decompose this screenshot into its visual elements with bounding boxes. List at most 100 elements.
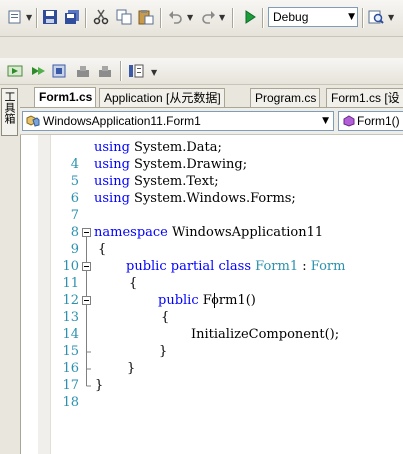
code-line: 6 using System.Text;: [38, 173, 403, 206]
namespace-token: System.Windows.Forms;: [134, 191, 296, 206]
code-text: public partial class Form1 : Form: [126, 258, 345, 275]
collapse-icon[interactable]: [82, 292, 92, 309]
collapse-icon[interactable]: [82, 258, 92, 275]
code-line: 17 }: [38, 360, 403, 393]
outline-guide: [82, 326, 92, 343]
cut-icon[interactable]: [93, 9, 109, 25]
code-editor[interactable]: 4 using System.Data; 5 using System.Draw…: [38, 135, 403, 454]
code-text: {: [98, 242, 107, 257]
code-text: InitializeComponent();: [191, 327, 340, 342]
keyword-token: partial: [170, 259, 215, 274]
code-line: 18 }: [38, 377, 403, 410]
outline-guide: [82, 377, 92, 394]
keyword-token: using: [94, 191, 130, 206]
toolbar-separator: [262, 8, 264, 28]
code-line: 8: [38, 207, 403, 240]
type-combo[interactable]: WindowsApplication11.Form1 ▼: [22, 111, 334, 131]
code-text: using System.Windows.Forms;: [94, 190, 296, 207]
code-line: 5 using System.Drawing;: [38, 156, 403, 189]
code-text: namespace WindowsApplication11: [94, 224, 323, 241]
new-item-icon[interactable]: [7, 9, 23, 25]
code-text: }: [95, 378, 104, 393]
keyword-token: public: [158, 293, 199, 308]
tab-label: Program.cs: [255, 91, 317, 105]
keyword-token: public: [126, 259, 167, 274]
start-debug-icon[interactable]: [242, 9, 258, 25]
outline-guide: [82, 275, 92, 292]
class-icon: [26, 115, 40, 130]
outline-guide: [82, 309, 92, 326]
code-line: 16 }: [38, 343, 403, 376]
step-out-icon[interactable]: [52, 63, 68, 79]
paste-icon[interactable]: [138, 9, 154, 25]
copy-icon[interactable]: [116, 9, 132, 25]
tab-form1-designer[interactable]: Form1.cs [设: [326, 88, 403, 107]
toolbox-tab[interactable]: 工具箱: [1, 88, 18, 136]
toolbar-separator: [36, 8, 38, 28]
toolbar-separator: [362, 8, 364, 28]
namespace-name-token: WindowsApplication11: [172, 225, 324, 240]
undo-icon[interactable]: [168, 9, 184, 25]
properties-icon[interactable]: [128, 63, 144, 79]
find-dropdown-icon[interactable]: ▼: [388, 13, 394, 22]
type-token: Form: [310, 259, 346, 274]
code-line: 10 {: [38, 241, 403, 274]
code-line: 4 using System.Data;: [38, 139, 403, 172]
toolbox-strip: 工具箱: [0, 85, 21, 454]
outline-guide: [82, 343, 92, 360]
tab-program-cs[interactable]: Program.cs: [250, 88, 321, 107]
namespace-token: System.Text;: [134, 174, 219, 189]
code-text: public Form1(): [158, 292, 256, 309]
method-icon: [343, 115, 355, 130]
step-into-icon[interactable]: [7, 63, 23, 79]
type-token: Form1: [255, 259, 299, 274]
code-line: 14 {: [38, 309, 403, 342]
new-item-dropdown-icon[interactable]: ▼: [26, 13, 32, 22]
collapse-icon[interactable]: [82, 224, 92, 241]
toolbar-separator: [232, 8, 234, 28]
code-text: }: [127, 361, 136, 376]
code-text: using System.Drawing;: [94, 156, 247, 173]
save-all-icon[interactable]: [64, 9, 80, 25]
clear-breakpoints-icon[interactable]: [97, 63, 113, 79]
chevron-down-icon[interactable]: ▼: [322, 116, 329, 126]
toolbar-options-icon[interactable]: ▼: [151, 68, 157, 77]
redo-dropdown-icon[interactable]: ▼: [219, 13, 225, 22]
keyword-token: using: [94, 157, 130, 172]
document-tabs: Form1.cs Application [从元数据] Program.cs F…: [20, 85, 403, 108]
tab-application-metadata[interactable]: Application [从元数据]: [99, 88, 225, 107]
text-caret: [214, 293, 215, 308]
member-combo[interactable]: Form1(): [338, 111, 403, 131]
code-line: 9 namespace WindowsApplication11: [38, 224, 403, 257]
toolbar-separator: [120, 61, 122, 81]
undo-dropdown-icon[interactable]: ▼: [187, 13, 193, 22]
toolbar-separator: [85, 8, 87, 28]
code-text: using System.Text;: [94, 173, 219, 190]
solution-configuration-combo[interactable]: Debug ▼: [268, 7, 358, 27]
breakpoint-icon[interactable]: [75, 63, 91, 79]
outline-guide: [82, 360, 92, 377]
toolbox-label: 工具箱: [3, 91, 16, 124]
code-line: 7 using System.Windows.Forms;: [38, 190, 403, 223]
navigation-bar: WindowsApplication11.Form1 ▼ Form1(): [20, 108, 403, 135]
code-line: 12 {: [38, 275, 403, 308]
code-line: 15 InitializeComponent();: [38, 326, 403, 359]
toolbar-tray: [0, 37, 403, 58]
code-line: 13 public Form1(): [38, 292, 403, 325]
configuration-value: Debug: [273, 10, 309, 24]
keyword-token: namespace: [94, 225, 168, 240]
code-text: {: [161, 310, 170, 325]
code-text: using System.Data;: [94, 139, 222, 156]
step-over-icon[interactable]: [30, 63, 46, 79]
redo-icon[interactable]: [200, 9, 216, 25]
line-number: 18: [62, 395, 79, 410]
namespace-token: System.Data;: [134, 140, 222, 155]
code-text: }: [159, 344, 168, 359]
find-in-files-icon[interactable]: [368, 9, 384, 25]
tab-label: Form1.cs: [39, 90, 93, 104]
tab-label: Form1.cs [设: [331, 91, 400, 105]
save-icon[interactable]: [42, 9, 58, 25]
tab-form1-cs[interactable]: Form1.cs: [34, 87, 97, 107]
outline-guide: [82, 241, 92, 258]
chevron-down-icon[interactable]: ▼: [348, 12, 355, 22]
